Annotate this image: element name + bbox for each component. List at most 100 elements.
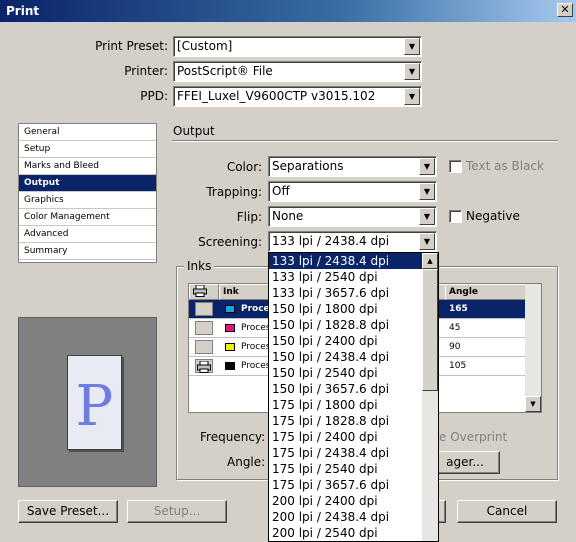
divider bbox=[172, 140, 558, 142]
sidebar-item-marks-and-bleed[interactable]: Marks and Bleed bbox=[19, 158, 156, 175]
print-toggle[interactable] bbox=[195, 302, 213, 316]
frequency-label: Frequency: bbox=[200, 430, 266, 444]
close-button[interactable]: ✕ bbox=[557, 3, 573, 17]
screening-option[interactable]: 175 lpi / 2400 dpi bbox=[269, 429, 422, 445]
ink-name: Proces bbox=[241, 361, 271, 371]
window-title: Print bbox=[6, 4, 40, 18]
print-preset-select[interactable]: [Custom] ▼ bbox=[173, 36, 422, 57]
printer-value: PostScript® File bbox=[177, 64, 273, 78]
cancel-button[interactable]: Cancel bbox=[457, 500, 557, 523]
screening-option[interactable]: 175 lpi / 3657.6 dpi bbox=[269, 477, 422, 493]
screening-option[interactable]: 175 lpi / 2540 dpi bbox=[269, 461, 422, 477]
screening-option[interactable]: 150 lpi / 2438.4 dpi bbox=[269, 349, 422, 365]
title-bar: Print bbox=[0, 0, 576, 22]
ppd-select[interactable]: FFEI_Luxel_V9600CTP v3015.102 ▼ bbox=[173, 86, 422, 107]
inks-group-title: Inks bbox=[184, 259, 215, 273]
sidebar-item-graphics[interactable]: Graphics bbox=[19, 192, 156, 209]
screening-option[interactable]: 175 lpi / 1828.8 dpi bbox=[269, 413, 422, 429]
ink-manager-button[interactable]: ager... bbox=[430, 451, 500, 474]
sidebar-item-output[interactable]: Output bbox=[19, 175, 156, 192]
sidebar-item-summary[interactable]: Summary bbox=[19, 243, 156, 260]
screening-option[interactable]: 133 lpi / 2540 dpi bbox=[269, 269, 422, 285]
screening-option[interactable]: 133 lpi / 3657.6 dpi bbox=[269, 285, 422, 301]
ink-angle: 105 bbox=[449, 361, 467, 371]
scroll-down-button[interactable]: ▼ bbox=[525, 396, 541, 412]
screening-option[interactable]: 150 lpi / 3657.6 dpi bbox=[269, 381, 422, 397]
ink-name: Proces bbox=[241, 323, 271, 333]
flip-value: None bbox=[272, 209, 304, 223]
ink-angle: 45 bbox=[449, 323, 461, 333]
ink-swatch bbox=[225, 343, 235, 351]
chevron-down-icon[interactable]: ▼ bbox=[404, 38, 420, 55]
ppd-label: PPD: bbox=[140, 89, 168, 103]
negative-label: Negative bbox=[466, 209, 520, 223]
screening-option[interactable]: 150 lpi / 1828.8 dpi bbox=[269, 317, 422, 333]
ink-name: Proces bbox=[241, 342, 271, 352]
preview-page: P bbox=[67, 355, 122, 450]
screening-option[interactable]: 200 lpi / 2540 dpi bbox=[269, 525, 422, 541]
page-preview: P bbox=[18, 317, 157, 487]
sidebar-item-color-management[interactable]: Color Management bbox=[19, 209, 156, 226]
ink-name: Proce bbox=[241, 304, 270, 314]
simulate-overprint-label: e Overprint bbox=[439, 430, 508, 444]
screening-option[interactable]: 175 lpi / 2438.4 dpi bbox=[269, 445, 422, 461]
ink-angle: 165 bbox=[449, 304, 468, 314]
negative-checkbox[interactable] bbox=[449, 210, 462, 223]
text-as-black-label: Text as Black bbox=[466, 159, 544, 173]
text-as-black-checkbox[interactable] bbox=[449, 160, 462, 173]
scroll-thumb[interactable] bbox=[422, 269, 438, 391]
screening-option[interactable]: 150 lpi / 2540 dpi bbox=[269, 365, 422, 381]
screening-select[interactable]: 133 lpi / 2438.4 dpi ▼ bbox=[268, 231, 437, 252]
scroll-up-button[interactable]: ▲ bbox=[422, 253, 438, 269]
chevron-down-icon[interactable]: ▼ bbox=[419, 208, 435, 225]
chevron-down-icon[interactable]: ▼ bbox=[419, 158, 435, 175]
screening-label: Screening: bbox=[198, 235, 262, 249]
color-select[interactable]: Separations ▼ bbox=[268, 156, 437, 177]
print-preset-value: [Custom] bbox=[177, 39, 233, 53]
color-value: Separations bbox=[272, 159, 344, 173]
ink-table-scrollbar[interactable]: ▼ bbox=[525, 284, 541, 412]
ink-angle: 90 bbox=[449, 342, 461, 352]
angle-label: Angle: bbox=[227, 455, 266, 469]
ink-swatch bbox=[225, 305, 235, 313]
screening-option[interactable]: 200 lpi / 2438.4 dpi bbox=[269, 509, 422, 525]
printer-label: Printer: bbox=[124, 64, 168, 78]
printer-icon bbox=[197, 360, 211, 373]
print-toggle[interactable] bbox=[195, 340, 213, 354]
trapping-label: Trapping: bbox=[206, 185, 262, 199]
section-title: Output bbox=[173, 124, 215, 138]
printer-select[interactable]: PostScript® File ▼ bbox=[173, 61, 422, 82]
ppd-value: FFEI_Luxel_V9600CTP v3015.102 bbox=[177, 89, 376, 103]
screening-option[interactable]: 150 lpi / 2400 dpi bbox=[269, 333, 422, 349]
sidebar-item-advanced[interactable]: Advanced bbox=[19, 226, 156, 243]
screening-option[interactable]: 133 lpi / 2438.4 dpi bbox=[269, 253, 422, 269]
print-toggle[interactable] bbox=[195, 359, 213, 373]
screening-dropdown-list[interactable]: 133 lpi / 2438.4 dpi 133 lpi / 2540 dpi 13… bbox=[268, 252, 439, 542]
screening-option[interactable]: 200 lpi / 2400 dpi bbox=[269, 493, 422, 509]
flip-label: Flip: bbox=[236, 210, 262, 224]
sidebar-item-general[interactable]: General bbox=[19, 124, 156, 141]
color-label: Color: bbox=[226, 160, 262, 174]
preview-letter: P bbox=[75, 374, 114, 439]
screening-option[interactable]: 150 lpi / 1800 dpi bbox=[269, 301, 422, 317]
setup-button: Setup... bbox=[127, 500, 227, 523]
section-list: General Setup Marks and Bleed Output Gra… bbox=[18, 123, 157, 263]
chevron-down-icon[interactable]: ▼ bbox=[404, 63, 420, 80]
angle-col-header[interactable]: Angle bbox=[445, 284, 527, 300]
print-toggle[interactable] bbox=[195, 321, 213, 335]
printer-col-header[interactable] bbox=[189, 284, 219, 300]
chevron-down-icon[interactable]: ▼ bbox=[419, 233, 435, 250]
chevron-down-icon[interactable]: ▼ bbox=[404, 88, 420, 105]
print-preset-label: Print Preset: bbox=[95, 39, 168, 53]
save-preset-button[interactable]: Save Preset... bbox=[18, 500, 118, 523]
trapping-value: Off bbox=[272, 184, 290, 198]
printer-icon bbox=[193, 284, 207, 297]
ink-swatch bbox=[225, 362, 235, 370]
dropdown-scrollbar[interactable]: ▲ bbox=[422, 253, 438, 541]
screening-value: 133 lpi / 2438.4 dpi bbox=[272, 234, 390, 248]
screening-option[interactable]: 175 lpi / 1800 dpi bbox=[269, 397, 422, 413]
flip-select[interactable]: None ▼ bbox=[268, 206, 437, 227]
chevron-down-icon[interactable]: ▼ bbox=[419, 183, 435, 200]
sidebar-item-setup[interactable]: Setup bbox=[19, 141, 156, 158]
trapping-select[interactable]: Off ▼ bbox=[268, 181, 437, 202]
